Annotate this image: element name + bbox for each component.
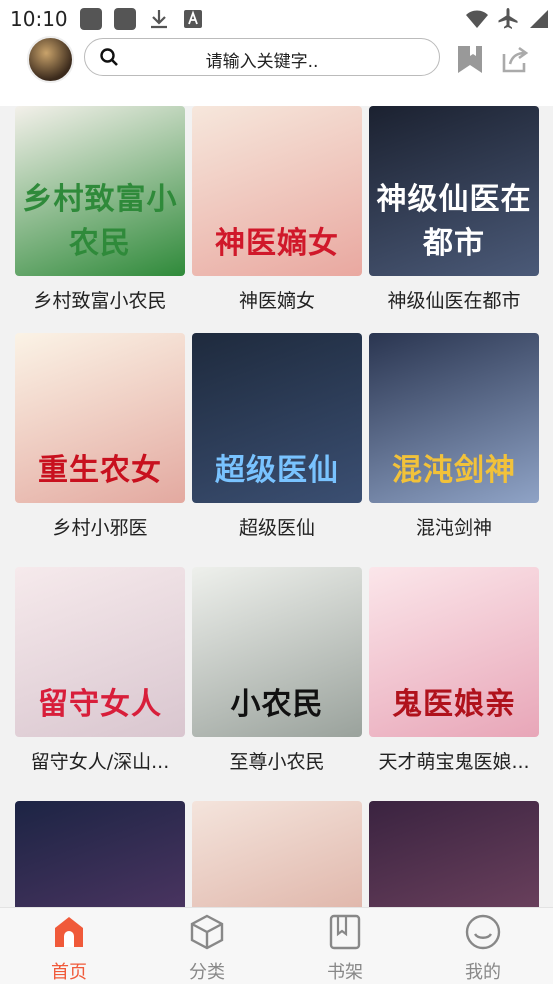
book-card[interactable]: 鬼医娘亲天才萌宝鬼医娘...	[369, 567, 539, 782]
book-cover[interactable]: 我和女同学	[369, 801, 539, 907]
book-title[interactable]: 乡村小邪医	[15, 513, 185, 540]
cover-title-art: 鬼医娘亲	[392, 687, 516, 722]
status-time: 10:10	[10, 7, 68, 31]
book-cover[interactable]: 留守女人	[15, 567, 185, 737]
book-cover[interactable]: 混沌剑神	[369, 333, 539, 503]
airplane-icon	[498, 8, 518, 29]
tab-bookshelf[interactable]: 书架	[276, 908, 414, 984]
book-card[interactable]: 我和女同学	[369, 801, 539, 907]
book-title[interactable]: 神医嫡女	[192, 286, 362, 313]
tab-label: 分类	[189, 962, 225, 983]
tab-mine[interactable]: 我的	[414, 908, 552, 984]
avatar[interactable]	[27, 36, 74, 83]
signal-icon	[530, 10, 548, 28]
app-header: 请输入关键字..	[0, 36, 553, 106]
cover-title-art: 留守女人	[38, 687, 162, 722]
status-bar: 10:10	[0, 0, 553, 36]
book-grid: 乡村致富小农民 乡村致富小农民 神医嫡女 神医嫡女 神级仙医在都市 神级仙医在都市 重生农女…	[0, 106, 553, 907]
home-icon	[55, 917, 83, 947]
book-cover[interactable]: 活色生	[192, 801, 362, 907]
bookmark-icon[interactable]	[455, 44, 485, 74]
cover-title-art: 神医嫡女	[215, 226, 339, 261]
book-card[interactable]: 混沌剑神 混沌剑神	[369, 333, 539, 548]
book-cover[interactable]	[15, 801, 185, 907]
book-title[interactable]: 天才萌宝鬼医娘...	[369, 747, 539, 774]
book-card[interactable]: 活色生	[192, 801, 362, 907]
share-icon[interactable]	[500, 44, 530, 74]
book-cover[interactable]: 神级仙医在都市	[369, 106, 539, 276]
book-cover[interactable]: 小农民	[192, 567, 362, 737]
book-card[interactable]: 超级医仙 超级医仙	[192, 333, 362, 548]
book-card[interactable]: 小农民 至尊小农民	[192, 567, 362, 782]
tab-label: 首页	[51, 962, 87, 983]
tab-label: 我的	[465, 962, 501, 983]
book-card[interactable]: 乡村致富小农民 乡村致富小农民	[15, 106, 185, 321]
book-title[interactable]: 超级医仙	[192, 513, 362, 540]
book-cover[interactable]: 神医嫡女	[192, 106, 362, 276]
book-card[interactable]: 重生农女 乡村小邪医	[15, 333, 185, 548]
text-a-icon	[184, 10, 202, 28]
cover-title-art: 重生农女	[38, 453, 162, 488]
book-cover[interactable]: 重生农女	[15, 333, 185, 503]
bottom-tab-bar: 首页 分类 书架 我的	[0, 907, 553, 984]
tab-home[interactable]: 首页	[0, 908, 138, 984]
book-cover[interactable]: 乡村致富小农民	[15, 106, 185, 276]
tab-category[interactable]: 分类	[138, 908, 276, 984]
cover-title-art: 乡村致富小农民	[22, 182, 178, 261]
book-card[interactable]	[15, 801, 185, 907]
cover-title-art: 神级仙医在都市	[376, 182, 532, 261]
smile-icon	[465, 914, 501, 950]
book-title[interactable]: 乡村致富小农民	[15, 286, 185, 313]
notification-icon	[114, 8, 136, 30]
book-card[interactable]: 神级仙医在都市 神级仙医在都市	[369, 106, 539, 321]
cube-icon	[190, 914, 224, 950]
download-icon	[151, 10, 167, 29]
book-card[interactable]: 留守女人留守女人/深山...	[15, 567, 185, 782]
search-placeholder: 请输入关键字..	[205, 52, 319, 72]
book-title[interactable]: 混沌剑神	[369, 513, 539, 540]
cover-title-art: 超级医仙	[215, 453, 339, 488]
book-title[interactable]: 留守女人/深山...	[15, 747, 185, 774]
wifi-icon	[466, 10, 488, 28]
book-title[interactable]: 至尊小农民	[192, 747, 362, 774]
cover-title-art: 小农民	[230, 687, 324, 722]
book-cover[interactable]: 鬼医娘亲	[369, 567, 539, 737]
book-cover[interactable]: 超级医仙	[192, 333, 362, 503]
book-title[interactable]: 神级仙医在都市	[369, 286, 539, 313]
bookshelf-icon	[329, 914, 361, 950]
book-card[interactable]: 神医嫡女 神医嫡女	[192, 106, 362, 321]
cover-title-art: 混沌剑神	[392, 453, 516, 488]
search-input[interactable]: 请输入关键字..	[84, 38, 440, 76]
tab-label: 书架	[327, 962, 363, 983]
notification-icon	[80, 8, 102, 30]
